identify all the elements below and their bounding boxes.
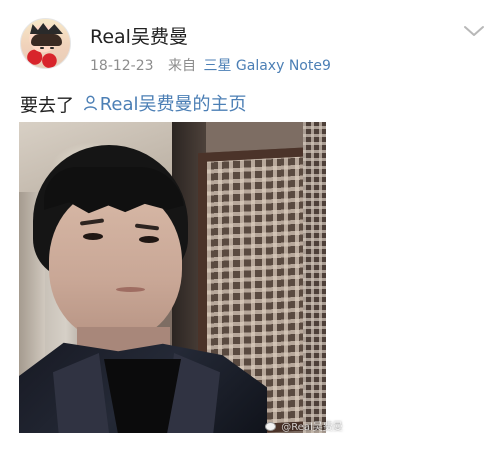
face-graphic bbox=[49, 188, 182, 341]
post-photo[interactable] bbox=[19, 122, 326, 433]
post-meta: 18-12-23 来自 三星 Galaxy Note9 bbox=[90, 55, 331, 75]
photo-watermark: @Real吴费曼 bbox=[265, 418, 343, 433]
crown-graphic bbox=[30, 23, 63, 34]
eye-graphic bbox=[83, 233, 103, 240]
person-icon bbox=[83, 95, 97, 110]
mention-link[interactable]: Real吴费曼的主页 bbox=[82, 90, 247, 116]
watermark-text: @Real吴费曼 bbox=[281, 422, 343, 433]
post-text: 要去了 bbox=[20, 95, 74, 117]
avatar-hair-graphic bbox=[31, 34, 62, 46]
post-date: 18-12-23 bbox=[90, 58, 154, 74]
mention-label: Real吴费曼的主页 bbox=[99, 94, 247, 115]
chevron-down-icon[interactable] bbox=[463, 24, 485, 38]
post-text-line: 要去了 Real吴费曼的主页 bbox=[20, 90, 247, 118]
device-link[interactable]: 三星 Galaxy Note9 bbox=[203, 58, 330, 74]
author-name[interactable]: Real吴费曼 bbox=[90, 22, 188, 49]
source-prefix: 来自 bbox=[168, 58, 196, 74]
eye-graphic bbox=[139, 236, 159, 243]
weibo-icon bbox=[265, 422, 276, 431]
avatar-eye-graphic bbox=[40, 47, 44, 49]
lattice-screen-edge-graphic bbox=[303, 122, 326, 433]
avatar-eye-graphic bbox=[50, 47, 54, 49]
avatar[interactable] bbox=[20, 18, 71, 69]
mouth-graphic bbox=[116, 287, 145, 292]
weibo-post: Real吴费曼 18-12-23 来自 三星 Galaxy Note9 要去了 … bbox=[0, 0, 502, 455]
